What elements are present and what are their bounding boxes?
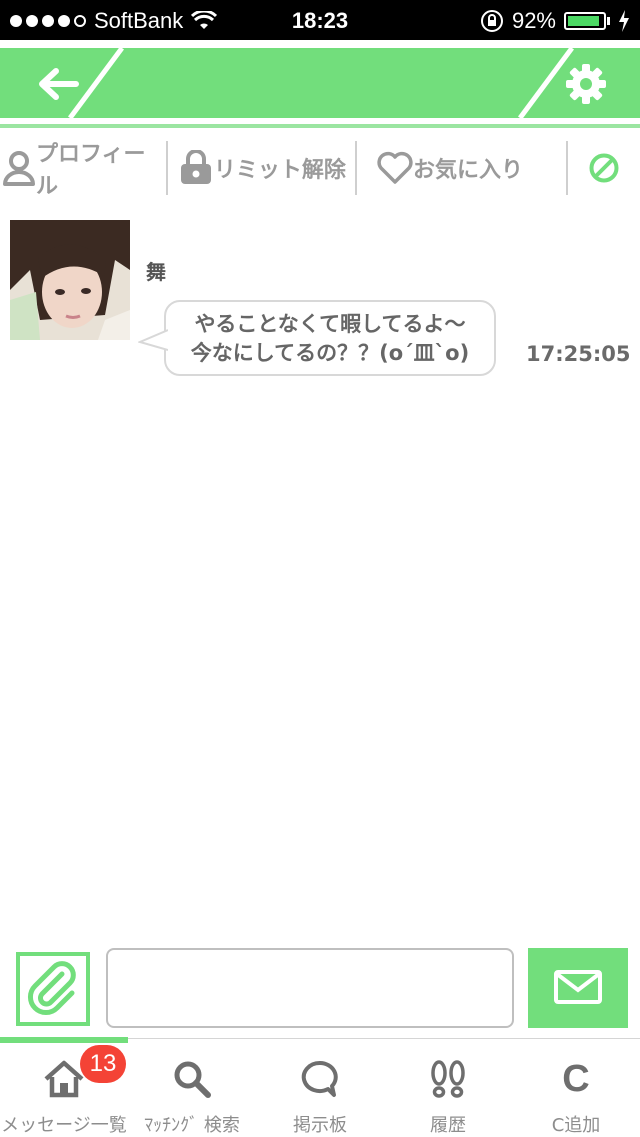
sender-name: 舞	[146, 260, 166, 284]
paperclip-icon	[27, 961, 76, 1016]
arrow-left-icon	[39, 68, 79, 100]
message-bubble: やることなくて暇してるよ〜 今なにしてるの？？(o´皿`o)	[138, 300, 496, 376]
tab-matching-search[interactable]: ﾏｯﾁﾝｸﾞ 検索	[128, 1039, 256, 1137]
status-right: 92%	[480, 8, 630, 34]
status-bar: SoftBank 18:23 92%	[0, 0, 640, 40]
message-composer	[0, 948, 640, 1028]
header-divider	[0, 124, 640, 128]
c-letter-icon: C	[562, 1058, 590, 1100]
tab-message-list[interactable]: 13 メッセージ一覧	[0, 1039, 128, 1137]
block-button[interactable]	[568, 140, 640, 196]
send-button[interactable]	[528, 948, 628, 1028]
person-icon	[3, 151, 35, 186]
tab-history[interactable]: 履歴	[384, 1039, 512, 1137]
search-icon	[174, 1061, 211, 1098]
bubble-tail	[138, 329, 168, 351]
tab-bulletin-board[interactable]: 掲示板	[256, 1039, 384, 1137]
unread-count-badge: 13	[80, 1045, 126, 1083]
tab-label: 履歴	[430, 1115, 466, 1136]
speech-bubble-icon	[301, 1060, 338, 1097]
heart-icon	[377, 151, 413, 184]
favorite-label: お気に入り	[412, 158, 523, 183]
battery-icon	[564, 12, 606, 30]
profile-button[interactable]: プロフィール	[0, 140, 166, 199]
message-input[interactable]	[106, 948, 514, 1028]
favorite-button[interactable]: お気に入り	[357, 140, 566, 196]
message-timestamp: 17:25:05	[526, 342, 631, 366]
limit-unlock-label: リミット解除	[213, 158, 346, 183]
message-row: 舞 やることなくて暇してるよ〜 今なにしてるの？？(o´皿`o) 17:25:0…	[0, 218, 640, 388]
envelope-icon	[554, 970, 602, 1004]
settings-button[interactable]	[564, 62, 608, 106]
sender-avatar[interactable]	[10, 220, 130, 340]
avatar-photo	[10, 220, 130, 340]
tab-label: C追加	[551, 1115, 601, 1136]
message-text-line: やることなくて暇してるよ〜	[194, 312, 466, 336]
battery-percent: 92%	[511, 8, 556, 33]
attach-button[interactable]	[16, 952, 90, 1026]
profile-label: プロフィール	[36, 142, 146, 199]
block-icon	[589, 153, 619, 183]
tab-label: 掲示板	[293, 1115, 347, 1136]
back-button[interactable]	[36, 66, 80, 102]
message-text-line: 今なにしてるの？？(o´皿`o)	[190, 341, 470, 365]
gear-icon	[566, 64, 606, 104]
bottom-tab-bar: 13 メッセージ一覧 ﾏｯﾁﾝｸﾞ 検索 掲示板 履歴 C C追加	[0, 1037, 640, 1137]
tab-label: ﾏｯﾁﾝｸﾞ 検索	[144, 1115, 240, 1136]
limit-unlock-button[interactable]: リミット解除	[168, 140, 355, 196]
tab-add-c[interactable]: C C追加	[512, 1039, 640, 1137]
charging-bolt-icon	[619, 10, 629, 32]
lock-icon	[180, 150, 211, 184]
battery-cap	[607, 17, 610, 25]
tab-label: メッセージ一覧	[1, 1115, 127, 1136]
app-header	[0, 48, 640, 118]
profile-action-bar: プロフィール リミット解除 お気に入り	[0, 138, 640, 199]
footprints-icon	[431, 1060, 465, 1098]
orientation-lock-icon	[480, 10, 503, 32]
